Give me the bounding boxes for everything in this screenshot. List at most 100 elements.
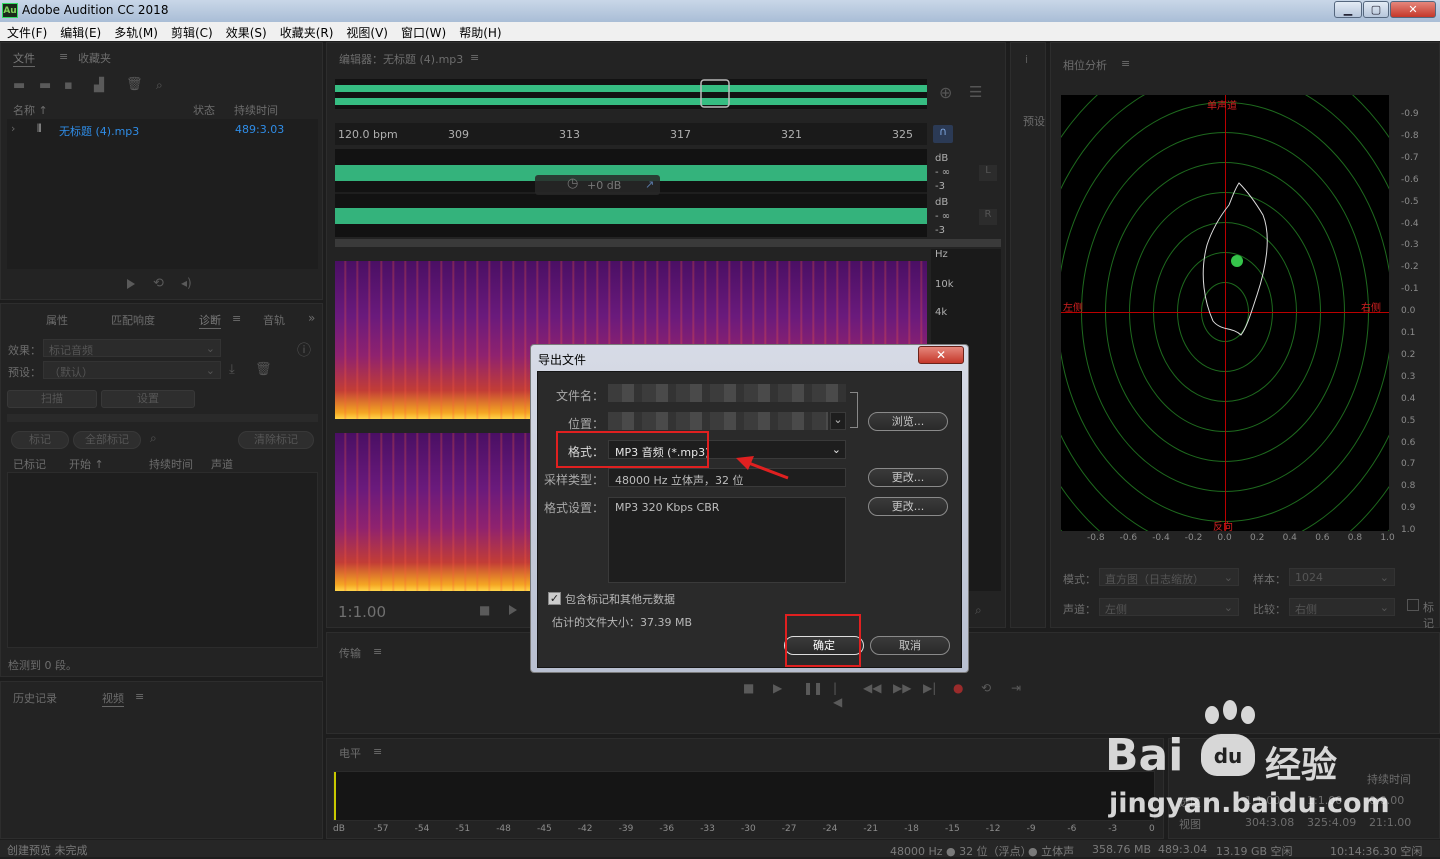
phase-x-tick: 0.8: [1347, 533, 1363, 543]
column-duration[interactable]: 持续时间: [149, 456, 193, 472]
play-icon[interactable]: [127, 279, 135, 289]
phase-y-axis: -0.9 -0.8 -0.7 -0.6 -0.5 -0.4 -0.3 -0.2 -0.1 0.0 0…: [1391, 95, 1440, 535]
browse-button[interactable]: 浏览...: [868, 412, 948, 431]
zoom-crosshair-icon[interactable]: ⊕: [939, 83, 952, 102]
sample-select[interactable]: 1024 ⌄: [1289, 568, 1395, 586]
tab-properties[interactable]: 属性: [46, 312, 68, 328]
include-markers-checkbox[interactable]: ✓: [548, 592, 561, 605]
dialog-close-button[interactable]: ✕: [918, 346, 964, 364]
delete-preset-icon[interactable]: 🗑: [255, 362, 272, 377]
open-folder-icon[interactable]: ▬: [13, 78, 25, 93]
column-start[interactable]: 开始 ↑: [69, 456, 104, 472]
overview-waveform[interactable]: [335, 79, 927, 109]
menu-view[interactable]: 视图(V): [339, 22, 394, 41]
info-icon[interactable]: ⓘ: [297, 340, 311, 360]
fast-forward-icon[interactable]: ▶▶: [893, 681, 911, 695]
knob-icon[interactable]: ◷: [567, 176, 578, 191]
zoom-icon[interactable]: ⌕: [975, 603, 982, 618]
maximize-button[interactable]: ▢: [1363, 1, 1389, 18]
mark-button[interactable]: 标记: [11, 431, 69, 449]
mark-all-button[interactable]: 全部标记: [73, 431, 141, 449]
list-item[interactable]: › ⫴ 无标题 (4).mp3 489:3.03: [7, 121, 318, 138]
effect-label: 效果：: [8, 344, 41, 357]
effect-select[interactable]: 标记音频 ⌄: [43, 339, 221, 357]
rewind-icon[interactable]: ◀◀: [863, 681, 881, 695]
scan-button[interactable]: 扫描: [7, 390, 97, 408]
compare-select[interactable]: 右侧 ⌄: [1289, 598, 1395, 616]
panel-list-icon[interactable]: ☰: [969, 83, 982, 101]
play-icon[interactable]: [509, 605, 517, 615]
cancel-button[interactable]: 取消: [870, 636, 950, 655]
insert-icon[interactable]: ▟: [94, 78, 104, 93]
preset-select[interactable]: （默认） ⌄: [43, 361, 221, 379]
menu-multitrack[interactable]: 多轨(M): [107, 22, 164, 41]
trash-icon[interactable]: 🗑: [126, 77, 143, 92]
column-channel[interactable]: 声道: [211, 456, 233, 472]
menu-window[interactable]: 窗口(W): [394, 22, 452, 41]
play-icon[interactable]: ▶: [773, 681, 782, 695]
autoplay-icon[interactable]: ◂): [181, 276, 192, 290]
import-icon[interactable]: ▬: [39, 78, 51, 93]
stop-icon[interactable]: ■: [479, 603, 490, 617]
location-dropdown[interactable]: ⌄: [830, 412, 846, 430]
left-channel-toggle[interactable]: L: [979, 165, 997, 181]
mode-select[interactable]: 直方图（日志缩放） ⌄: [1099, 568, 1239, 586]
column-status[interactable]: 状态: [193, 102, 215, 118]
status-duration: 489:3.04: [1158, 843, 1208, 856]
pause-icon[interactable]: ❚❚: [803, 681, 823, 695]
menu-help[interactable]: 帮助(H): [452, 22, 507, 41]
tab-diagnostics[interactable]: 诊断: [199, 312, 221, 329]
overflow-icon[interactable]: »: [308, 311, 315, 325]
menu-clip[interactable]: 剪辑(C): [164, 22, 219, 41]
tab-files[interactable]: 文件: [13, 50, 35, 67]
splitter[interactable]: [7, 414, 318, 422]
loop-icon[interactable]: ⟲: [153, 276, 164, 291]
channel-select[interactable]: 左侧 ⌄: [1099, 598, 1239, 616]
tab-video[interactable]: 视频: [102, 690, 124, 707]
save-preset-icon[interactable]: ⤓: [229, 362, 235, 377]
record-icon[interactable]: ●: [953, 681, 963, 695]
change-format-button[interactable]: 更改...: [868, 497, 948, 516]
tab-tracks[interactable]: 音轨: [263, 312, 285, 328]
mode-label: 模式：: [1063, 573, 1096, 586]
zoom-icon[interactable]: ⌕: [150, 431, 157, 446]
filename-input[interactable]: [608, 384, 846, 402]
pin-icon[interactable]: ↗: [645, 178, 654, 191]
menu-edit[interactable]: 编辑(E): [53, 22, 107, 41]
menu-effects[interactable]: 效果(S): [219, 22, 273, 41]
info-icon[interactable]: i: [1025, 53, 1028, 66]
mark-checkbox[interactable]: [1407, 599, 1419, 611]
tab-presets[interactable]: 预设: [1023, 113, 1045, 129]
new-file-icon[interactable]: ▪: [64, 78, 73, 93]
view-splitter[interactable]: [335, 239, 1001, 247]
tab-favorites[interactable]: 收藏夹: [78, 50, 111, 66]
menu-favorites[interactable]: 收藏夹(R): [273, 22, 340, 41]
clear-marks-button[interactable]: 清除标记: [238, 431, 314, 449]
settings-button[interactable]: 设置: [101, 390, 195, 408]
skip-end-icon[interactable]: ▶|: [923, 681, 936, 695]
location-input[interactable]: [608, 412, 828, 430]
tab-match-loudness[interactable]: 匹配响度: [111, 312, 155, 328]
column-marked[interactable]: 已标记: [13, 456, 46, 472]
close-window-button[interactable]: ✕: [1390, 1, 1436, 18]
minimize-button[interactable]: ▁: [1334, 1, 1362, 18]
loop-icon[interactable]: ⟲: [981, 681, 991, 695]
skip-icon[interactable]: ⇥: [1011, 681, 1021, 695]
tab-history[interactable]: 历史记录: [13, 690, 57, 706]
change-sample-button[interactable]: 更改...: [868, 468, 948, 487]
stop-icon[interactable]: ■: [743, 681, 754, 695]
snap-icon[interactable]: ∩: [933, 125, 953, 143]
right-channel-toggle[interactable]: R: [979, 209, 997, 225]
compare-label: 比较：: [1253, 603, 1286, 616]
main-waveform[interactable]: ◷ +0 dB ↗: [335, 149, 927, 237]
ruler-tick: 325: [892, 128, 913, 141]
skip-start-icon[interactable]: |◀: [833, 681, 842, 709]
timeline-ruler[interactable]: 120.0 bpm 309 313 317 321 325: [335, 123, 927, 145]
column-duration[interactable]: 持续时间: [234, 102, 278, 118]
chevron-right-icon[interactable]: ›: [11, 122, 15, 135]
column-name[interactable]: 名称 ↑: [13, 102, 48, 118]
hud-gain[interactable]: ◷ +0 dB ↗: [535, 175, 660, 195]
search-icon[interactable]: ⌕: [156, 78, 163, 93]
phase-y-tick: 1.0: [1401, 525, 1416, 536]
menu-file[interactable]: 文件(F): [0, 22, 53, 41]
